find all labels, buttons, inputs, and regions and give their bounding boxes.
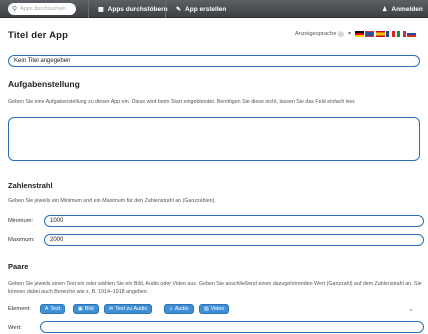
text-button[interactable]: A Text — [40, 304, 66, 314]
help-icon[interactable]: ? — [338, 31, 345, 37]
text-button-label: Text — [50, 306, 61, 312]
value-label: Wert: — [8, 325, 22, 331]
pairs-description: Geben Sie jeweils einen Text ein oder wä… — [8, 281, 422, 295]
flag-uk-icon[interactable] — [365, 31, 374, 37]
value-input[interactable] — [40, 321, 424, 333]
search-input[interactable]: ⚲ Apps durchsuchen — [8, 3, 76, 15]
flag-it-icon[interactable] — [396, 31, 406, 37]
task-description: Geben Sie eine Aufgabenstellung zu diese… — [8, 99, 356, 105]
login-link[interactable]: ♟ Anmelden — [382, 0, 423, 18]
text-to-audio-button[interactable]: ✉ Text zu Audio — [104, 304, 153, 314]
page-title: Titel der App — [8, 30, 69, 41]
task-textarea[interactable] — [8, 117, 420, 161]
task-heading: Aufgabenstellung — [8, 79, 80, 89]
element-label: Element: — [8, 306, 31, 312]
language-label: Anzeigesprache — [294, 31, 337, 37]
image-button-label: Bild — [84, 306, 94, 312]
flag-es-icon[interactable] — [375, 31, 385, 37]
text-to-audio-button-label: Text zu Audio — [115, 306, 148, 312]
music-icon: ♫ — [169, 306, 173, 312]
text-icon: A — [45, 306, 49, 312]
user-icon: ♟ — [382, 6, 388, 13]
pencil-icon: ✎ — [176, 6, 182, 13]
pairs-heading: Paare — [8, 262, 29, 271]
browse-apps-link[interactable]: ▦ Apps durchstöbern — [98, 0, 168, 18]
audio-button-label: Audio — [174, 306, 189, 312]
minimum-input[interactable]: 1000 — [44, 215, 424, 227]
image-button[interactable]: ▣ Bild — [73, 304, 99, 314]
video-button[interactable]: ▧ Video — [199, 304, 230, 314]
colon-chevron: :▾ — [346, 31, 351, 37]
minimum-label: Minimum: — [8, 218, 34, 224]
flag-fr-icon[interactable] — [386, 31, 395, 37]
flag-de-icon[interactable] — [354, 31, 364, 37]
maximum-input[interactable]: 2000 — [44, 234, 424, 246]
maximum-value: 2000 — [50, 237, 64, 243]
login-label: Anmelden — [391, 5, 423, 13]
nav-divider — [88, 0, 89, 18]
flag-ru-icon[interactable] — [407, 31, 416, 37]
numberline-heading: Zahlenstrahl — [8, 181, 53, 190]
nav-divider — [165, 0, 166, 18]
app-title-value: Kein Titel angegeben — [14, 58, 71, 64]
app-title-input[interactable]: Kein Titel angegeben — [8, 55, 420, 67]
create-app-link[interactable]: ✎ App erstellen — [176, 0, 226, 18]
chevron-down-icon[interactable]: ⌄ — [408, 305, 414, 313]
minimum-value: 1000 — [50, 218, 64, 224]
top-navigation-bar: ⚲ Apps durchsuchen ▦ Apps durchstöbern ✎… — [0, 0, 428, 18]
browse-apps-label: Apps durchstöbern — [107, 5, 168, 13]
video-icon: ▧ — [204, 306, 209, 312]
audio-button[interactable]: ♫ Audio — [164, 304, 194, 314]
create-app-label: App erstellen — [185, 5, 227, 13]
language-selector[interactable]: Anzeigesprache ? :▾ — [295, 31, 416, 37]
search-placeholder: Apps durchsuchen — [20, 6, 66, 12]
speech-icon: ✉ — [109, 306, 114, 312]
numberline-description: Geben Sie jeweils ein Minimum und ein Ma… — [8, 198, 216, 204]
grid-icon: ▦ — [98, 6, 104, 13]
search-icon: ⚲ — [12, 6, 18, 13]
image-icon: ▣ — [78, 306, 83, 312]
video-button-label: Video — [210, 306, 225, 312]
maximum-label: Maximum: — [8, 237, 35, 243]
